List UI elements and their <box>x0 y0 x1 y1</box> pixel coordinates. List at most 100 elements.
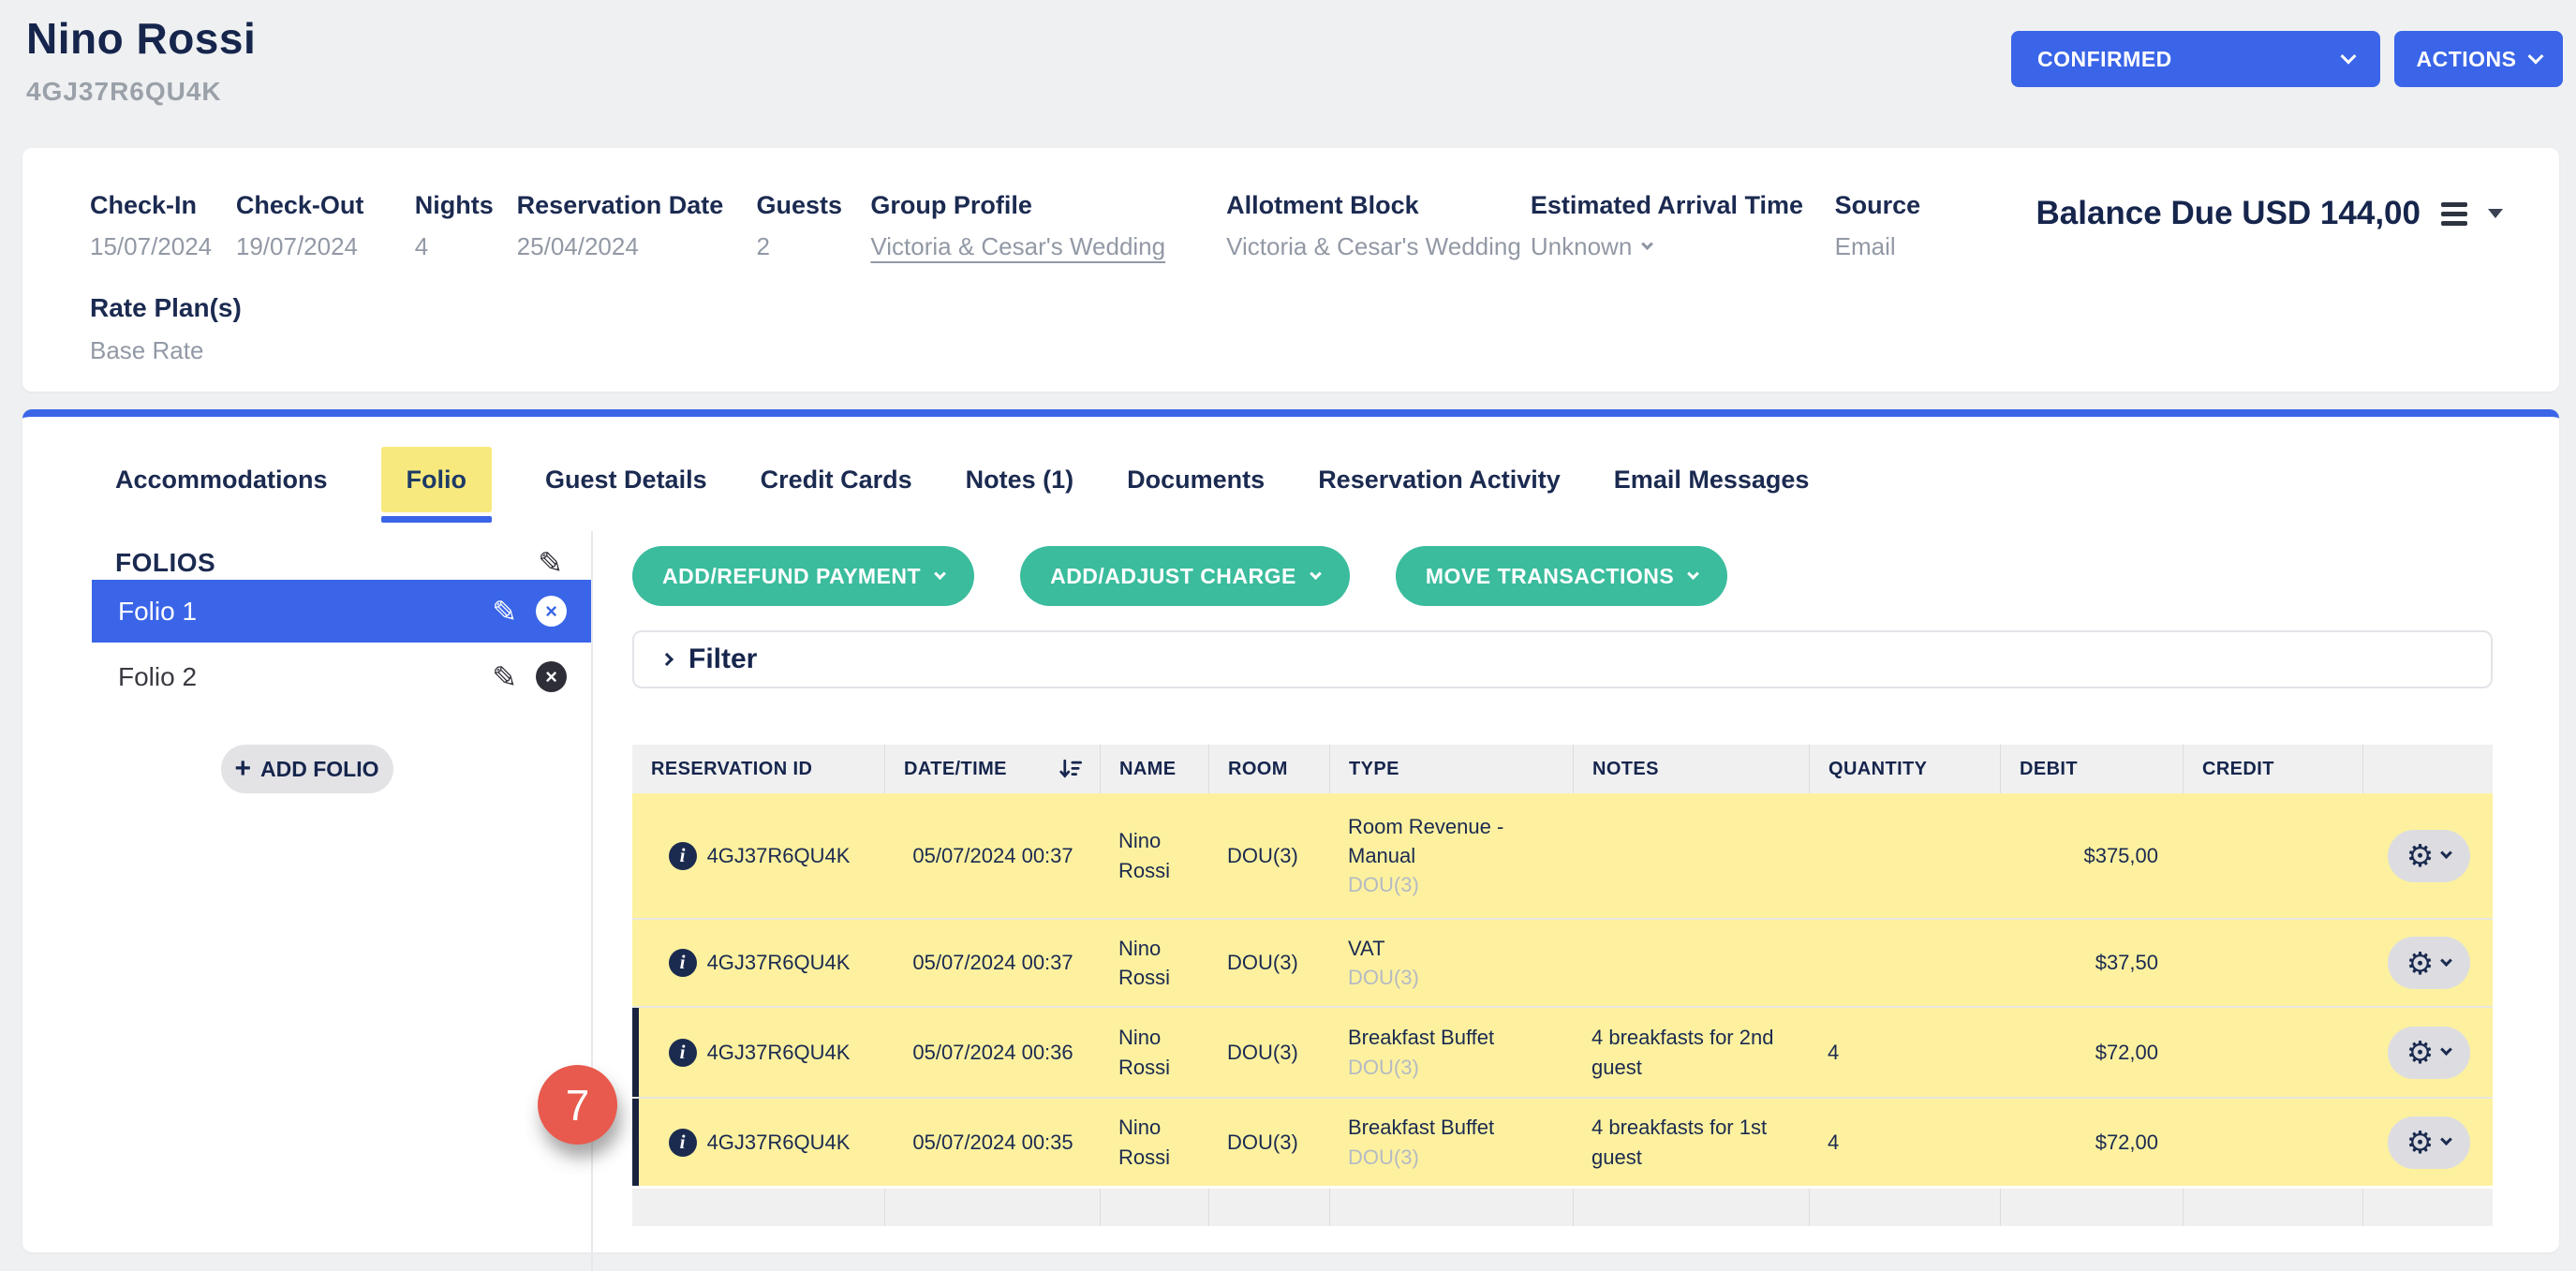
table-header-row: RESERVATION ID DATE/TIME NAME ROOM TYPE … <box>632 745 2493 793</box>
folio-item-2[interactable]: Folio 2 ✎ × <box>92 645 591 708</box>
cell-datetime: 05/07/2024 00:36 <box>884 1008 1100 1097</box>
field-label: Check-Out <box>236 191 415 220</box>
field-value: 15/07/2024 <box>90 232 236 261</box>
cell-notes <box>1573 793 1809 918</box>
table-row[interactable]: i 4GJ37R6QU4K 05/07/2024 00:35 Nino Ross… <box>632 1097 2493 1186</box>
chevron-down-icon <box>2440 847 2452 859</box>
table-row[interactable]: i 4GJ37R6QU4K 05/07/2024 00:37 Nino Ross… <box>632 918 2493 1006</box>
table-row[interactable]: i 4GJ37R6QU4K 05/07/2024 00:36 Nino Ross… <box>632 1006 2493 1097</box>
cell-datetime: 05/07/2024 00:37 <box>884 793 1100 918</box>
sort-descending-icon[interactable] <box>1057 755 1085 783</box>
cell-quantity <box>1809 793 2000 918</box>
tab-documents[interactable]: Documents <box>1127 466 1265 495</box>
status-dropdown-button[interactable]: CONFIRMED <box>2011 31 2380 87</box>
col-credit: CREDIT <box>2183 745 2362 793</box>
col-room: ROOM <box>1208 745 1329 793</box>
add-folio-label: ADD FOLIO <box>260 757 379 782</box>
folio-item-1[interactable]: Folio 1 ✎ × <box>92 580 591 643</box>
balance-menu-icon[interactable] <box>2441 202 2467 226</box>
delete-folio-icon[interactable]: × <box>536 661 567 692</box>
button-label: ADD/ADJUST CHARGE <box>1050 564 1296 589</box>
field-check-out: Check-Out 19/07/2024 <box>236 191 415 261</box>
filter-expander[interactable]: Filter <box>632 630 2493 688</box>
chevron-right-icon <box>660 653 674 666</box>
field-value: 4 <box>415 232 517 261</box>
add-folio-button[interactable]: + ADD FOLIO <box>221 745 393 793</box>
field-label: Group Profile <box>870 191 1226 220</box>
field-check-in: Check-In 15/07/2024 <box>90 191 236 261</box>
chevron-down-icon <box>2341 49 2357 65</box>
button-label: MOVE TRANSACTIONS <box>1426 564 1674 589</box>
cell-debit: $72,00 <box>2000 1008 2183 1097</box>
chevron-down-icon <box>1310 568 1322 580</box>
button-label: ADD/REFUND PAYMENT <box>662 564 921 589</box>
chevron-down-icon <box>934 568 946 580</box>
type-sub: DOU(3) <box>1348 1053 1556 1082</box>
tab-email-messages[interactable]: Email Messages <box>1614 466 1810 495</box>
field-nights: Nights 4 <box>415 191 517 261</box>
field-source: Source Email <box>1835 191 2036 261</box>
info-icon[interactable]: i <box>669 1039 697 1067</box>
edit-folios-icon[interactable]: ✎ <box>538 548 563 578</box>
row-actions-button[interactable]: ⚙ <box>2388 830 2470 882</box>
estimated-arrival-dropdown[interactable]: Unknown <box>1531 232 1835 261</box>
page-header: Nino Rossi 4GJ37R6QU4K <box>26 13 256 107</box>
cell-room: DOU(3) <box>1208 1099 1329 1186</box>
col-quantity: QUANTITY <box>1809 745 2000 793</box>
table-row[interactable]: i 4GJ37R6QU4K 05/07/2024 00:37 Nino Ross… <box>632 793 2493 918</box>
tab-guest-details[interactable]: Guest Details <box>545 466 707 495</box>
type-main: Breakfast Buffet <box>1348 1113 1556 1142</box>
folios-header: FOLIOS ✎ <box>115 546 563 580</box>
cell-name: Nino Rossi <box>1100 1099 1208 1186</box>
move-transactions-button[interactable]: MOVE TRANSACTIONS <box>1396 546 1727 606</box>
add-adjust-charge-button[interactable]: ADD/ADJUST CHARGE <box>1020 546 1350 606</box>
cell-reservation-id: 4GJ37R6QU4K <box>707 841 851 870</box>
cell-room: DOU(3) <box>1208 1008 1329 1097</box>
tab-folio[interactable]: Folio <box>381 447 492 512</box>
cell-notes: 4 breakfasts for 2nd guest <box>1573 1008 1809 1097</box>
cell-credit <box>2183 793 2362 918</box>
tab-credit-cards[interactable]: Credit Cards <box>761 466 912 495</box>
col-date-time[interactable]: DATE/TIME <box>884 745 1100 793</box>
add-refund-payment-button[interactable]: ADD/REFUND PAYMENT <box>632 546 974 606</box>
cell-notes <box>1573 920 1809 1006</box>
folio-name: Folio 1 <box>118 597 197 627</box>
folios-sidebar: FOLIOS ✎ Folio 1 ✎ × Folio 2 ✎ × <box>22 531 593 1271</box>
cell-reservation-id: 4GJ37R6QU4K <box>707 1038 851 1067</box>
row-actions-button[interactable]: ⚙ <box>2388 937 2470 989</box>
cell-room: DOU(3) <box>1208 920 1329 1006</box>
chevron-down-icon <box>1641 238 1653 250</box>
balance-due-block: Balance Due USD 144,00 <box>2036 195 2503 232</box>
cell-type: Breakfast Buffet DOU(3) <box>1329 1099 1573 1186</box>
type-main: VAT <box>1348 934 1556 963</box>
info-icon[interactable]: i <box>669 949 697 977</box>
row-actions-button[interactable]: ⚙ <box>2388 1027 2470 1079</box>
tab-notes[interactable]: Notes (1) <box>966 466 1074 495</box>
field-label: Guests <box>756 191 870 220</box>
info-icon[interactable]: i <box>669 1129 697 1157</box>
cell-reservation-id: 4GJ37R6QU4K <box>707 1128 851 1157</box>
delete-folio-icon[interactable]: × <box>536 596 567 627</box>
tab-reservation-activity[interactable]: Reservation Activity <box>1318 466 1561 495</box>
edit-folio-icon[interactable]: ✎ <box>492 597 517 627</box>
cell-credit <box>2183 1099 2362 1186</box>
actions-dropdown-button[interactable]: ACTIONS <box>2394 31 2563 87</box>
folio-name: Folio 2 <box>118 662 197 692</box>
folio-content-row: FOLIOS ✎ Folio 1 ✎ × Folio 2 ✎ × <box>22 531 2559 1271</box>
page-title: Nino Rossi <box>26 13 256 64</box>
col-debit: DEBIT <box>2000 745 2183 793</box>
gear-icon: ⚙ <box>2406 1127 2435 1158</box>
tab-accommodations[interactable]: Accommodations <box>115 466 328 495</box>
info-icon[interactable]: i <box>669 842 697 870</box>
column-label: DATE/TIME <box>904 759 1007 780</box>
cell-name: Nino Rossi <box>1100 1008 1208 1097</box>
reservation-code: 4GJ37R6QU4K <box>26 77 256 107</box>
field-value: 19/07/2024 <box>236 232 415 261</box>
group-profile-link[interactable]: Victoria & Cesar's Wedding <box>870 232 1226 261</box>
row-actions-button[interactable]: ⚙ <box>2388 1116 2470 1169</box>
edit-folio-icon[interactable]: ✎ <box>492 662 517 692</box>
status-label: CONFIRMED <box>2037 47 2172 72</box>
caret-down-icon[interactable] <box>2488 209 2503 218</box>
col-type: TYPE <box>1329 745 1573 793</box>
gear-icon: ⚙ <box>2406 840 2435 871</box>
